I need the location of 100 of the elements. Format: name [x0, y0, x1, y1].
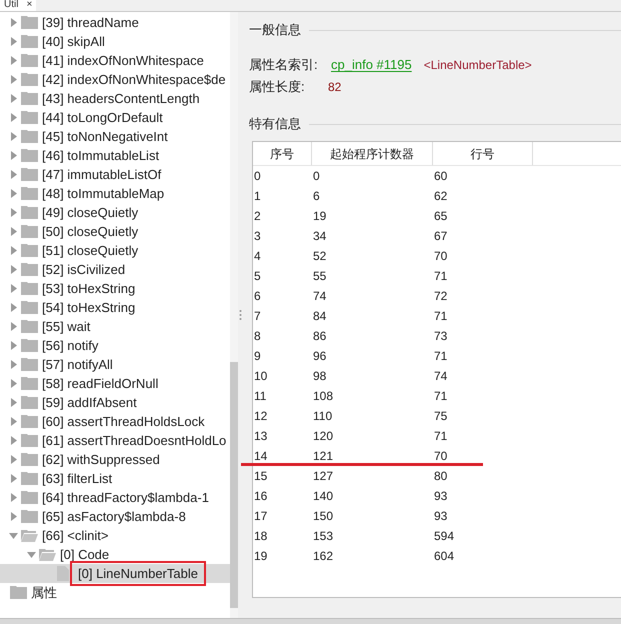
collapsed-arrow-icon[interactable] [9, 455, 18, 464]
tree-row[interactable]: [41] indexOfNonWhitespace [0, 51, 230, 70]
collapsed-arrow-icon[interactable] [9, 303, 18, 312]
table-cell-text: 15 [253, 468, 268, 485]
collapsed-arrow-icon[interactable] [9, 474, 18, 483]
collapsed-arrow-icon[interactable] [9, 246, 18, 255]
collapsed-arrow-icon[interactable] [9, 56, 18, 65]
field-value: 82 [328, 79, 342, 96]
collapsed-arrow-icon[interactable] [9, 132, 18, 141]
table-cell-text: 71 [433, 308, 448, 325]
folder-icon [10, 586, 27, 599]
column-header[interactable]: 序号 [253, 142, 312, 165]
tree-row[interactable]: [39] threadName [0, 13, 230, 32]
field-label: 属性长度: [249, 78, 306, 96]
table-cell-text: 71 [433, 268, 448, 285]
collapsed-arrow-icon[interactable] [9, 512, 18, 521]
collapsed-arrow-icon[interactable] [9, 284, 18, 293]
tree-row[interactable]: [54] toHexString [0, 298, 230, 317]
collapsed-arrow-icon[interactable] [9, 37, 18, 46]
tree-row[interactable]: [65] asFactory$lambda-8 [0, 507, 230, 526]
collapsed-arrow-icon[interactable] [9, 227, 18, 236]
tree-row[interactable]: [0] Code [0, 545, 230, 564]
tree-row[interactable]: [49] closeQuietly [0, 203, 230, 222]
field-value: <LineNumberTable> [424, 57, 532, 74]
column-header[interactable]: 行号 [433, 142, 533, 165]
table-cell-text: 74 [312, 288, 328, 305]
tree-row[interactable]: 属性 [0, 583, 230, 602]
expanded-arrow-icon[interactable] [9, 531, 18, 540]
tree-row[interactable]: [60] assertThreadHoldsLock [0, 412, 230, 431]
collapsed-arrow-icon[interactable] [9, 151, 18, 160]
folder-icon [21, 187, 38, 200]
collapsed-arrow-icon[interactable] [9, 208, 18, 217]
tree-row[interactable]: [40] skipAll [0, 32, 230, 51]
table-cell-text: 98 [312, 368, 328, 385]
close-icon[interactable]: × [26, 0, 32, 10]
tree-item-label: [56] notify [41, 336, 98, 355]
table-cell-text: 71 [433, 348, 448, 365]
file-tab[interactable]: Util × [0, 0, 36, 11]
table-cell-text: 71 [433, 388, 448, 405]
tree-row[interactable]: [45] toNonNegativeInt [0, 127, 230, 146]
tree-item-label: [66] <clinit> [41, 526, 108, 545]
collapsed-arrow-icon[interactable] [9, 341, 18, 350]
table-cell-text: 75 [433, 408, 448, 425]
tree-row[interactable]: [43] headersContentLength [0, 89, 230, 108]
tree-row[interactable]: [48] toImmutableMap [0, 184, 230, 203]
collapsed-arrow-icon[interactable] [9, 360, 18, 369]
tree-row[interactable]: [61] assertThreadDoesntHoldLo [0, 431, 230, 450]
folder-icon [21, 453, 38, 466]
table-cell-text: 13 [253, 428, 268, 445]
tree-row[interactable]: [50] closeQuietly [0, 222, 230, 241]
tree-row[interactable]: [51] closeQuietly [0, 241, 230, 260]
collapsed-arrow-icon[interactable] [9, 75, 18, 84]
tree-row[interactable]: [42] indexOfNonWhitespace$de [0, 70, 230, 89]
collapsed-arrow-icon[interactable] [9, 417, 18, 426]
collapsed-arrow-icon[interactable] [9, 189, 18, 198]
collapsed-arrow-icon[interactable] [9, 265, 18, 274]
column-header[interactable]: 起始程序计数器 [312, 142, 433, 165]
tree-item-label: 属性 [30, 584, 57, 602]
folder-icon [21, 396, 38, 409]
collapsed-arrow-icon[interactable] [9, 322, 18, 331]
tree-row[interactable]: [64] threadFactory$lambda-1 [0, 488, 230, 507]
tree-row[interactable]: [62] withSuppressed [0, 450, 230, 469]
section-title: 特有信息 [249, 115, 301, 134]
collapsed-arrow-icon[interactable] [9, 436, 18, 445]
tree-row[interactable]: [66] <clinit> [0, 526, 230, 545]
scrollbar[interactable] [230, 12, 238, 618]
table-cell-text: 86 [312, 328, 328, 345]
tree-item-label: [43] headersContentLength [41, 90, 200, 108]
table-cell-text: 80 [433, 468, 448, 485]
folder-icon [21, 244, 38, 257]
table-cell-text: 84 [312, 308, 328, 325]
tree-row[interactable]: [47] immutableListOf [0, 165, 230, 184]
tree-row[interactable]: [46] toImmutableList [0, 146, 230, 165]
tree-row[interactable]: [53] toHexString [0, 279, 230, 298]
tree-item-label: [55] wait [41, 318, 90, 336]
collapsed-arrow-icon[interactable] [9, 493, 18, 502]
splitter-grip-icon[interactable] [238, 309, 242, 321]
folder-icon [21, 130, 38, 143]
collapsed-arrow-icon[interactable] [9, 379, 18, 388]
tree-item-label: [65] asFactory$lambda-8 [41, 508, 186, 526]
scrollbar-thumb[interactable] [230, 362, 238, 608]
tree-row[interactable]: [44] toLongOrDefault [0, 108, 230, 127]
collapsed-arrow-icon[interactable] [9, 18, 18, 27]
tree-row[interactable]: [58] readFieldOrNull [0, 374, 230, 393]
table-cell-text: 14 [253, 448, 268, 465]
tree-row[interactable]: [57] notifyAll [0, 355, 230, 374]
table-cell-text: 12 [253, 408, 268, 425]
collapsed-arrow-icon[interactable] [9, 94, 18, 103]
collapsed-arrow-icon[interactable] [9, 170, 18, 179]
folder-icon [21, 510, 38, 523]
tree-row[interactable]: [52] isCivilized [0, 260, 230, 279]
expanded-arrow-icon[interactable] [27, 550, 36, 559]
collapsed-arrow-icon[interactable] [9, 398, 18, 407]
collapsed-arrow-icon[interactable] [9, 113, 18, 122]
tree-row[interactable]: [63] filterList [0, 469, 230, 488]
tree-row[interactable]: [55] wait [0, 317, 230, 336]
tree-row[interactable]: [56] notify [0, 336, 230, 355]
tree-row[interactable]: [0] LineNumberTable [0, 564, 230, 583]
tree-row[interactable]: [59] addIfAbsent [0, 393, 230, 412]
table-cell-text: 162 [312, 548, 334, 565]
